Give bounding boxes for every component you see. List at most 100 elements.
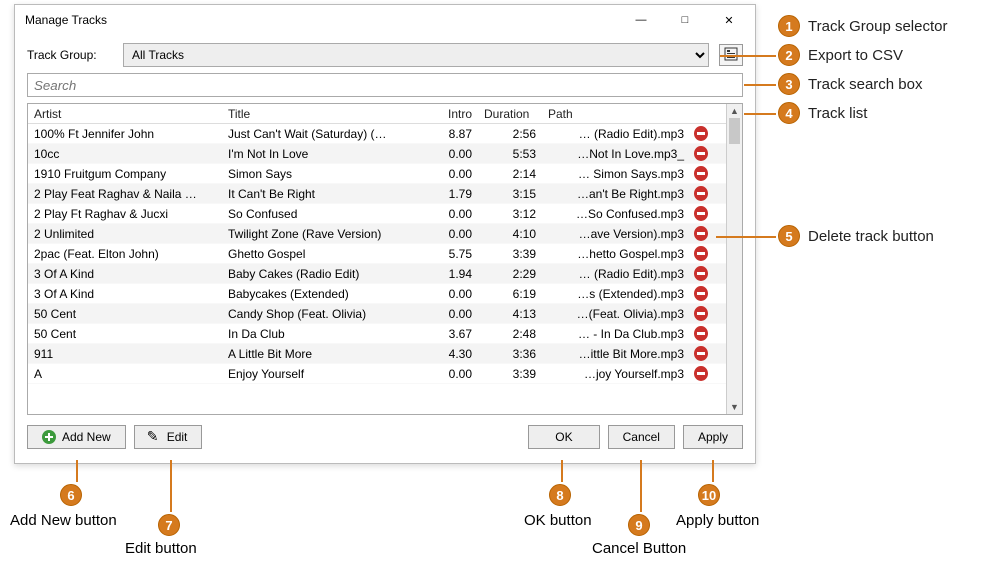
callout-4: 4 Track list [778,102,867,124]
table-row[interactable]: 50 CentCandy Shop (Feat. Olivia)0.004:13… [28,304,726,324]
callout-10: 10 [698,484,720,506]
table-row[interactable]: 2pac (Feat. Elton John)Ghetto Gospel5.75… [28,244,726,264]
manage-tracks-window: Manage Tracks ― □ ✕ Track Group: All Tra… [14,4,756,464]
cell-artist: 1910 Fruitgum Company [28,167,222,181]
callout-num: 4 [778,102,800,124]
ok-button[interactable]: OK [528,425,599,449]
delete-track-button[interactable] [694,226,708,241]
table-row[interactable]: AEnjoy Yourself0.003:39…joy Yourself.mp3 [28,364,726,384]
scroll-up-icon[interactable]: ▲ [727,104,742,118]
table-row[interactable]: 2 Play Feat Raghav & Naila …It Can't Be … [28,184,726,204]
cell-duration: 4:10 [478,227,542,241]
cell-artist: 2 Play Feat Raghav & Naila … [28,187,222,201]
scroll-down-icon[interactable]: ▼ [727,400,742,414]
table-row[interactable]: 100% Ft Jennifer JohnJust Can't Wait (Sa… [28,124,726,144]
table-row[interactable]: 10ccI'm Not In Love0.005:53…Not In Love.… [28,144,726,164]
cell-duration: 5:53 [478,147,542,161]
table-row[interactable]: 2 Play Ft Raghav & JucxiSo Confused0.003… [28,204,726,224]
add-new-button[interactable]: Add New [27,425,126,449]
table-row[interactable]: 911A Little Bit More4.303:36…ittle Bit M… [28,344,726,364]
col-title[interactable]: Title [222,107,422,121]
edit-label: Edit [167,430,188,444]
cell-intro: 4.30 [422,347,478,361]
cell-intro: 0.00 [422,167,478,181]
cell-path: …an't Be Right.mp3 [542,187,688,201]
callout-label: Track search box [808,76,923,93]
callout-label: Apply button [676,512,759,529]
cell-duration: 3:39 [478,367,542,381]
cell-path: … Simon Says.mp3 [542,167,688,181]
delete-track-button[interactable] [694,206,708,221]
cell-intro: 0.00 [422,287,478,301]
col-intro[interactable]: Intro [422,107,478,121]
pencil-icon [149,431,161,443]
table-row[interactable]: 2 UnlimitedTwilight Zone (Rave Version)0… [28,224,726,244]
cell-artist: 3 Of A Kind [28,267,222,281]
col-path[interactable]: Path [542,107,688,121]
list-scrollbar[interactable]: ▲ ▼ [726,104,742,414]
cell-title: Twilight Zone (Rave Version) [222,227,422,241]
delete-track-button[interactable] [694,146,708,161]
delete-track-button[interactable] [694,186,708,201]
cell-path: …So Confused.mp3 [542,207,688,221]
callout-label: Add New button [10,512,117,529]
col-artist[interactable]: Artist [28,107,222,121]
cell-path: …(Feat. Olivia).mp3 [542,307,688,321]
apply-button[interactable]: Apply [683,425,743,449]
delete-track-button[interactable] [694,266,708,281]
delete-track-button[interactable] [694,246,708,261]
track-list: Artist Title Intro Duration Path 100% Ft… [27,103,743,415]
cell-intro: 0.00 [422,307,478,321]
edit-button[interactable]: Edit [134,425,203,449]
track-group-select[interactable]: All Tracks [123,43,709,67]
cell-artist: 50 Cent [28,327,222,341]
cell-intro: 5.75 [422,247,478,261]
cell-intro: 1.79 [422,187,478,201]
cell-title: Candy Shop (Feat. Olivia) [222,307,422,321]
cell-title: Simon Says [222,167,422,181]
col-duration[interactable]: Duration [478,107,542,121]
track-group-label: Track Group: [27,48,113,62]
delete-track-button[interactable] [694,366,708,381]
callout-8: 8 [549,484,571,506]
plus-icon [42,430,56,444]
callout-num: 7 [158,514,180,536]
table-header: Artist Title Intro Duration Path [28,104,726,124]
cell-intro: 0.00 [422,147,478,161]
maximize-button[interactable]: □ [663,6,707,34]
cell-artist: 10cc [28,147,222,161]
cell-duration: 4:13 [478,307,542,321]
cell-intro: 8.87 [422,127,478,141]
cell-intro: 0.00 [422,367,478,381]
close-button[interactable]: ✕ [707,6,751,34]
scroll-thumb[interactable] [729,118,740,144]
callout-2: 2 Export to CSV [778,44,903,66]
minimize-button[interactable]: ― [619,6,663,34]
callout-label: Track Group selector [808,18,948,35]
callout-num: 8 [549,484,571,506]
delete-track-button[interactable] [694,126,708,141]
search-input[interactable] [27,73,743,97]
delete-track-button[interactable] [694,326,708,341]
cell-duration: 3:15 [478,187,542,201]
table-row[interactable]: 3 Of A KindBabycakes (Extended)0.006:19…… [28,284,726,304]
delete-track-button[interactable] [694,346,708,361]
callout-label: Edit button [125,540,197,557]
cell-title: Enjoy Yourself [222,367,422,381]
cell-duration: 3:12 [478,207,542,221]
cell-title: So Confused [222,207,422,221]
cell-duration: 6:19 [478,287,542,301]
cell-duration: 3:39 [478,247,542,261]
cell-title: Baby Cakes (Radio Edit) [222,267,422,281]
cancel-button[interactable]: Cancel [608,425,675,449]
cell-artist: 2 Unlimited [28,227,222,241]
table-row[interactable]: 1910 Fruitgum CompanySimon Says0.002:14…… [28,164,726,184]
delete-track-button[interactable] [694,286,708,301]
delete-track-button[interactable] [694,306,708,321]
callout-label: OK button [524,512,592,529]
delete-track-button[interactable] [694,166,708,181]
table-row[interactable]: 3 Of A KindBaby Cakes (Radio Edit)1.942:… [28,264,726,284]
table-row[interactable]: 50 CentIn Da Club3.672:48… - In Da Club.… [28,324,726,344]
cell-path: …ittle Bit More.mp3 [542,347,688,361]
cell-path: … - In Da Club.mp3 [542,327,688,341]
